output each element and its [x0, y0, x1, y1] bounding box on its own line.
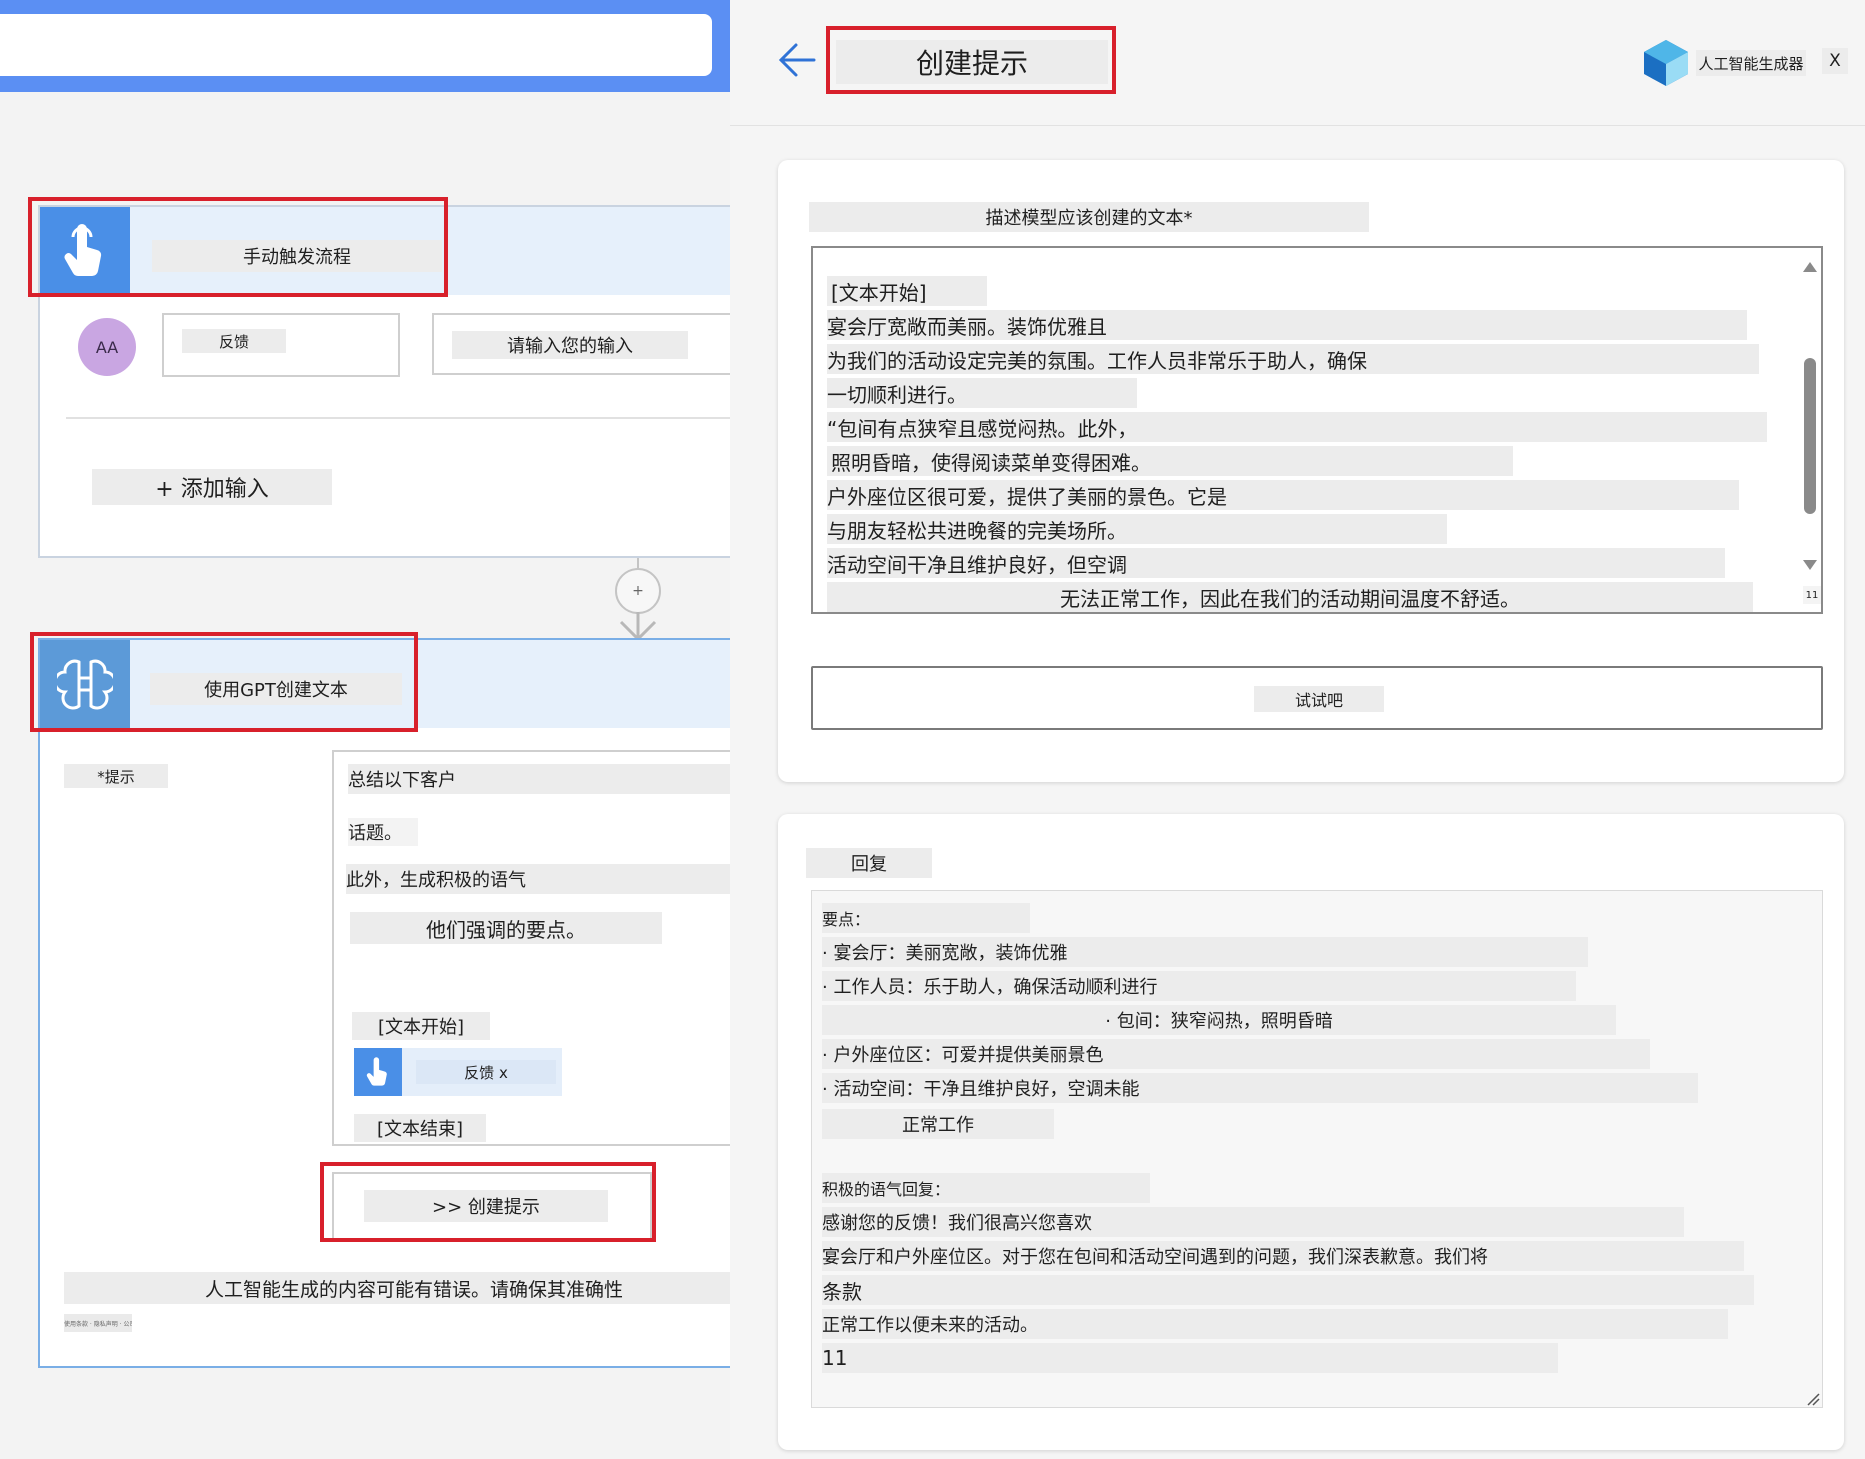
prompt-label: *提示: [64, 764, 168, 788]
prompt-text-line: 与朋友轻松共进晚餐的完美场所。: [827, 514, 1447, 544]
prompt-text-line: 户外座位区很可爱，提供了美丽的景色。它是: [827, 480, 1739, 510]
divider: [66, 417, 730, 419]
describe-label: 描述模型应该创建的文本*: [809, 202, 1369, 232]
scrollbar[interactable]: [1803, 262, 1817, 572]
prompt-text-line: [文本开始]: [827, 276, 987, 306]
response-line: · 工作人员：乐于助人，确保活动顺利进行: [822, 971, 1576, 1001]
prompt-text-line: 一切顺利进行。: [827, 378, 1137, 408]
response-line: 感谢您的反馈！我们很高兴您喜欢: [822, 1207, 1684, 1237]
flow-name-bar[interactable]: [0, 14, 712, 76]
footer-note[interactable]: 使用条款 · 隐私声明 · 公司: [64, 1314, 132, 1332]
back-arrow-icon[interactable]: [778, 42, 816, 82]
brand-name: 人工智能生成器: [1696, 50, 1806, 76]
touch-hand-icon: [354, 1048, 402, 1096]
response-line: 正常工作: [822, 1109, 1054, 1139]
prompt-text-line: 为我们的活动设定完美的氛围。工作人员非常乐于助人，确保: [827, 344, 1759, 374]
close-icon[interactable]: X: [1822, 48, 1848, 74]
add-step-icon[interactable]: +: [615, 568, 661, 614]
token-label: 反馈 x: [416, 1060, 556, 1084]
gpt-action-card: 使用GPT创建文本 *提示 总结以下客户 话题。 此外，生成积极的语气 他们强调…: [38, 638, 730, 1368]
text-start-marker: [文本开始]: [352, 1012, 490, 1040]
response-line: 正常工作以便未来的活动。: [822, 1309, 1728, 1339]
response-text: 要点： · 宴会厅：美丽宽敞，装饰优雅 · 工作人员：乐于助人，确保活动顺利进行…: [822, 899, 1782, 1399]
prompt-text-line: 无法正常工作，因此在我们的活动期间温度不舒适。: [827, 582, 1753, 612]
response-line: 宴会厅和户外座位区。对于您在包间和活动空间遇到的问题，我们深表歉意。我们将: [822, 1241, 1744, 1271]
response-line: 条款: [822, 1275, 1754, 1305]
prompt-text-line: “包间有点狭窄且感觉闷热。此外，: [827, 412, 1767, 442]
add-input-button[interactable]: + 添加输入: [92, 469, 332, 505]
prompt-text: [文本开始] 宴会厅宽敞而美丽。装饰优雅且 为我们的活动设定完美的氛围。工作人员…: [827, 276, 1767, 612]
response-line: · 包间：狭窄闷热，照明昏暗: [822, 1005, 1616, 1035]
prompt-line: 总结以下客户: [348, 764, 730, 794]
response-line: · 户外座位区：可爱并提供美丽景色: [822, 1039, 1650, 1069]
create-prompt-panel: 创建提示 人工智能生成器 X 描述模型应该创建的文本* [文本开始] 宴会厅宽敞…: [730, 0, 1865, 1459]
prompt-text-line: 活动空间干净且维护良好，但空调: [827, 548, 1725, 578]
prompt-textarea[interactable]: [文本开始] 宴会厅宽敞而美丽。装饰优雅且 为我们的活动设定完美的氛围。工作人员…: [811, 246, 1823, 614]
input-placeholder: 请输入您的输入: [452, 331, 688, 359]
highlight-trigger: [28, 197, 448, 297]
ai-disclaimer: 人工智能生成的内容可能有错误。请确保其准确性: [64, 1272, 730, 1304]
char-counter: 11: [1803, 586, 1821, 604]
response-card: 回复 要点： · 宴会厅：美丽宽敞，装饰优雅 · 工作人员：乐于助人，确保活动顺…: [778, 814, 1844, 1450]
response-line: 要点：: [822, 903, 1030, 933]
panel-header: 创建提示 人工智能生成器 X: [730, 0, 1865, 126]
prompt-line: 话题。: [348, 818, 418, 846]
response-line: · 活动空间：干净且维护良好，空调未能: [822, 1073, 1698, 1103]
try-it-label: 试试吧: [1254, 686, 1384, 712]
dynamic-content-token[interactable]: 反馈 x: [354, 1048, 562, 1096]
input-name-value: 反馈: [182, 329, 286, 353]
resize-grip-icon[interactable]: [1806, 1391, 1820, 1410]
text-end-marker: [文本结束]: [354, 1114, 486, 1142]
prompt-line: 此外，生成积极的语气: [346, 864, 730, 894]
highlight-gpt: [30, 632, 418, 732]
prompt-editor[interactable]: 总结以下客户 话题。 此外，生成积极的语气 他们强调的要点。 [文本开始] 反馈…: [332, 750, 730, 1146]
prompt-text-line: 照明昏暗，使得阅读菜单变得困难。: [827, 446, 1513, 476]
try-it-button[interactable]: 试试吧: [811, 666, 1823, 730]
prompt-text-line: 宴会厅宽敞而美丽。装饰优雅且: [827, 310, 1747, 340]
response-textarea[interactable]: 要点： · 宴会厅：美丽宽敞，装饰优雅 · 工作人员：乐于助人，确保活动顺利进行…: [811, 890, 1823, 1408]
prompt-line: 他们强调的要点。: [350, 912, 662, 944]
response-label: 回复: [806, 848, 932, 878]
prompt-card: 描述模型应该创建的文本* [文本开始] 宴会厅宽敞而美丽。装饰优雅且 为我们的活…: [778, 160, 1844, 782]
avatar: AA: [78, 318, 136, 376]
input-value-field[interactable]: 请输入您的输入: [432, 313, 730, 375]
input-name-field[interactable]: 反馈: [162, 313, 400, 377]
response-line: 11: [822, 1343, 1558, 1373]
flow-canvas: 手动触发流程 AA 反馈 请输入您的输入 + 添加输入 + 使用GPT创建文本 …: [0, 0, 730, 1459]
highlight-create-prompt: [320, 1162, 656, 1242]
highlight-panel-title: [826, 26, 1116, 94]
ai-builder-logo-icon: [1640, 38, 1692, 92]
response-line: 积极的语气回复：: [822, 1173, 1150, 1203]
response-line: · 宴会厅：美丽宽敞，装饰优雅: [822, 937, 1588, 967]
